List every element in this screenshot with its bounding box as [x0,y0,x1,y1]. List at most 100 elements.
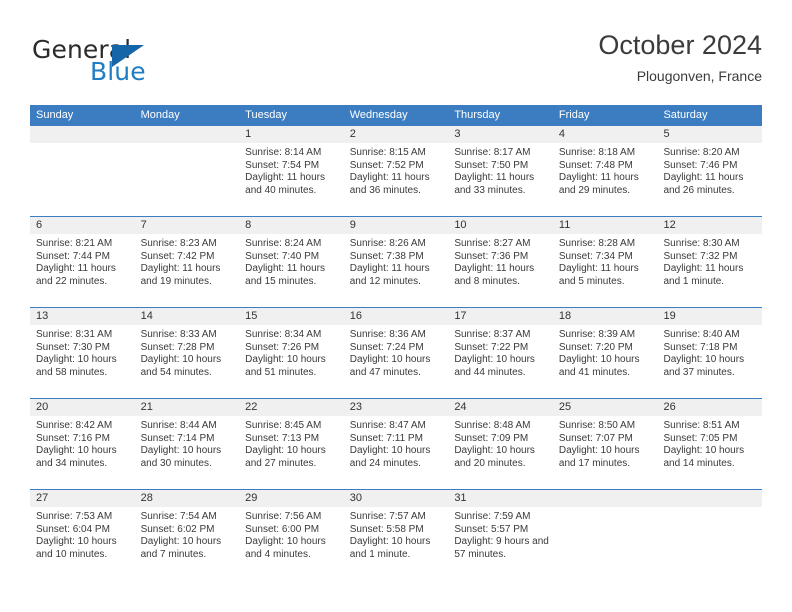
sunset-text: Sunset: 7:36 PM [454,250,529,262]
calendar-day-cell[interactable]: 1 Sunrise: 8:14 AM Sunset: 7:54 PM Daylight… [239,126,344,216]
sunrise-text: Sunrise: 7:59 AM [454,511,531,522]
calendar-day-cell[interactable]: 11 Sunrise: 8:28 AM Sunset: 7:34 PM Dayligh… [552,217,658,307]
daylight-text: Daylight: 10 hours and 7 minutes. [140,536,222,560]
day-number: 5 [657,126,763,143]
sunset-text: Sunset: 6:02 PM [140,523,215,535]
day-details: Sunrise: 7:54 AM Sunset: 6:02 PM Daylight:… [135,507,240,561]
daylight-text: Daylight: 11 hours and 5 minutes. [558,263,639,287]
calendar-day-cell[interactable]: 10 Sunrise: 8:27 AM Sunset: 7:36 PM Dayligh… [448,217,553,307]
calendar-day-cell[interactable]: 26 Sunrise: 8:51 AM Sunset: 7:05 PM Dayligh… [657,399,763,489]
calendar-week-row: 20 Sunrise: 8:42 AM Sunset: 7:16 PM Dayligh… [30,398,763,489]
day-details: Sunrise: 7:59 AM Sunset: 5:57 PM Daylight:… [448,507,553,561]
calendar-day-cell[interactable]: 2 Sunrise: 8:15 AM Sunset: 7:52 PM Daylight… [343,126,449,216]
day-number: 20 [30,399,135,416]
day-number: 11 [552,217,658,234]
general-blue-logo[interactable]: General Blue [30,32,260,92]
sunrise-text: Sunrise: 7:53 AM [36,511,113,522]
calendar-day-cell[interactable]: 21 Sunrise: 8:44 AM Sunset: 7:14 PM Dayligh… [134,399,240,489]
day-number: 18 [552,308,658,325]
sunrise-text: Sunrise: 8:14 AM [245,147,322,158]
day-number [552,490,658,507]
page-header: General Blue October 2024 Plougonven, Fr… [30,28,762,96]
sunset-text: Sunset: 7:48 PM [558,159,633,171]
calendar-day-cell[interactable]: 27 Sunrise: 7:53 AM Sunset: 6:04 PM Dayligh… [30,490,135,580]
day-details: Sunrise: 8:33 AM Sunset: 7:28 PM Daylight:… [135,325,240,379]
sunset-text: Sunset: 7:13 PM [245,432,320,444]
daylight-text: Daylight: 10 hours and 41 minutes. [558,354,640,378]
sunrise-text: Sunrise: 8:30 AM [663,238,740,249]
page-title: October 2024 [598,30,762,60]
page-subtitle: Plougonven, France [636,68,762,84]
daylight-text: Daylight: 11 hours and 15 minutes. [245,263,326,287]
day-number: 24 [448,399,553,416]
day-number: 29 [239,490,344,507]
day-details: Sunrise: 8:37 AM Sunset: 7:22 PM Daylight:… [448,325,553,379]
day-number: 16 [343,308,449,325]
daylight-text: Daylight: 10 hours and 24 minutes. [349,445,431,469]
daylight-text: Daylight: 11 hours and 36 minutes. [349,172,430,196]
calendar-day-cell[interactable]: 3 Sunrise: 8:17 AM Sunset: 7:50 PM Daylight… [448,126,553,216]
day-number: 27 [30,490,135,507]
day-number: 7 [134,217,240,234]
daylight-text: Daylight: 9 hours and 57 minutes. [454,536,549,560]
day-number [657,490,763,507]
calendar-day-cell[interactable]: 4 Sunrise: 8:18 AM Sunset: 7:48 PM Daylight… [552,126,658,216]
day-number: 23 [343,399,449,416]
calendar-day-cell[interactable]: 25 Sunrise: 8:50 AM Sunset: 7:07 PM Dayligh… [552,399,658,489]
daylight-text: Daylight: 10 hours and 30 minutes. [140,445,222,469]
weekday-header-sunday: Sunday [36,109,74,121]
sunrise-text: Sunrise: 8:42 AM [36,420,113,431]
day-details: Sunrise: 8:28 AM Sunset: 7:34 PM Daylight:… [553,234,658,288]
calendar-day-cell[interactable]: 14 Sunrise: 8:33 AM Sunset: 7:28 PM Dayligh… [134,308,240,398]
day-details: Sunrise: 8:42 AM Sunset: 7:16 PM Daylight:… [30,416,135,470]
calendar-day-cell[interactable]: 6 Sunrise: 8:21 AM Sunset: 7:44 PM Daylight… [30,217,135,307]
calendar-day-cell[interactable]: 24 Sunrise: 8:48 AM Sunset: 7:09 PM Dayligh… [448,399,553,489]
calendar-day-cell[interactable]: 9 Sunrise: 8:26 AM Sunset: 7:38 PM Daylight… [343,217,449,307]
day-details: Sunrise: 8:31 AM Sunset: 7:30 PM Daylight:… [30,325,135,379]
calendar-day-cell[interactable]: 15 Sunrise: 8:34 AM Sunset: 7:26 PM Dayligh… [239,308,344,398]
sunrise-text: Sunrise: 8:39 AM [558,329,636,340]
calendar-day-cell[interactable]: 30 Sunrise: 7:57 AM Sunset: 5:58 PM Dayligh… [343,490,449,580]
sunset-text: Sunset: 7:05 PM [663,432,738,444]
calendar-day-cell[interactable]: 8 Sunrise: 8:24 AM Sunset: 7:40 PM Daylight… [239,217,344,307]
sunset-text: Sunset: 7:30 PM [36,341,110,353]
weekday-header-friday: Friday [558,109,590,121]
calendar-day-cell[interactable]: 19 Sunrise: 8:40 AM Sunset: 7:18 PM Dayligh… [657,308,763,398]
calendar-day-cell[interactable]: 29 Sunrise: 7:56 AM Sunset: 6:00 PM Dayligh… [239,490,344,580]
sunset-text: Sunset: 5:57 PM [454,523,529,535]
sunrise-text: Sunrise: 8:17 AM [454,147,531,158]
calendar-day-cell[interactable]: 31 Sunrise: 7:59 AM Sunset: 5:57 PM Dayligh… [448,490,553,580]
sunrise-text: Sunrise: 8:37 AM [454,329,531,340]
calendar-day-cell[interactable]: 18 Sunrise: 8:39 AM Sunset: 7:20 PM Dayligh… [552,308,658,398]
day-details: Sunrise: 8:47 AM Sunset: 7:11 PM Daylight:… [344,416,449,470]
daylight-text: Daylight: 11 hours and 40 minutes. [245,172,326,196]
daylight-text: Daylight: 11 hours and 33 minutes. [454,172,535,196]
calendar-day-cell[interactable]: 13 Sunrise: 8:31 AM Sunset: 7:30 PM Dayligh… [30,308,135,398]
daylight-text: Daylight: 10 hours and 54 minutes. [140,354,222,378]
sunset-text: Sunset: 6:00 PM [245,523,320,535]
calendar-day-cell[interactable]: 23 Sunrise: 8:47 AM Sunset: 7:11 PM Dayligh… [343,399,449,489]
daylight-text: Daylight: 10 hours and 37 minutes. [663,354,745,378]
calendar-day-cell[interactable]: 20 Sunrise: 8:42 AM Sunset: 7:16 PM Dayligh… [30,399,135,489]
sunrise-text: Sunrise: 8:34 AM [245,329,322,340]
calendar-day-cell[interactable]: 12 Sunrise: 8:30 AM Sunset: 7:32 PM Dayligh… [657,217,763,307]
calendar-day-cell[interactable]: 16 Sunrise: 8:36 AM Sunset: 7:24 PM Dayligh… [343,308,449,398]
calendar-day-cell[interactable]: 28 Sunrise: 7:54 AM Sunset: 6:02 PM Dayligh… [134,490,240,580]
sunrise-text: Sunrise: 8:18 AM [558,147,636,158]
day-details: Sunrise: 8:34 AM Sunset: 7:26 PM Daylight:… [239,325,344,379]
sunset-text: Sunset: 7:40 PM [245,250,320,262]
weekday-header-tuesday: Tuesday [245,109,287,121]
day-number: 3 [448,126,553,143]
calendar-day-cell[interactable]: 22 Sunrise: 8:45 AM Sunset: 7:13 PM Dayligh… [239,399,344,489]
calendar-day-cell[interactable]: 5 Sunrise: 8:20 AM Sunset: 7:46 PM Daylight… [657,126,763,216]
calendar-day-cell[interactable]: 17 Sunrise: 8:37 AM Sunset: 7:22 PM Dayligh… [448,308,553,398]
daylight-text: Daylight: 10 hours and 4 minutes. [245,536,326,560]
calendar-day-cell[interactable]: 7 Sunrise: 8:23 AM Sunset: 7:42 PM Daylight… [134,217,240,307]
sunrise-text: Sunrise: 7:54 AM [140,511,217,522]
calendar-week-row: 13 Sunrise: 8:31 AM Sunset: 7:30 PM Dayligh… [30,307,763,398]
day-number: 15 [239,308,344,325]
day-number: 25 [552,399,658,416]
day-number: 30 [343,490,449,507]
day-number: 19 [657,308,763,325]
calendar-day-cell-empty [552,490,658,580]
